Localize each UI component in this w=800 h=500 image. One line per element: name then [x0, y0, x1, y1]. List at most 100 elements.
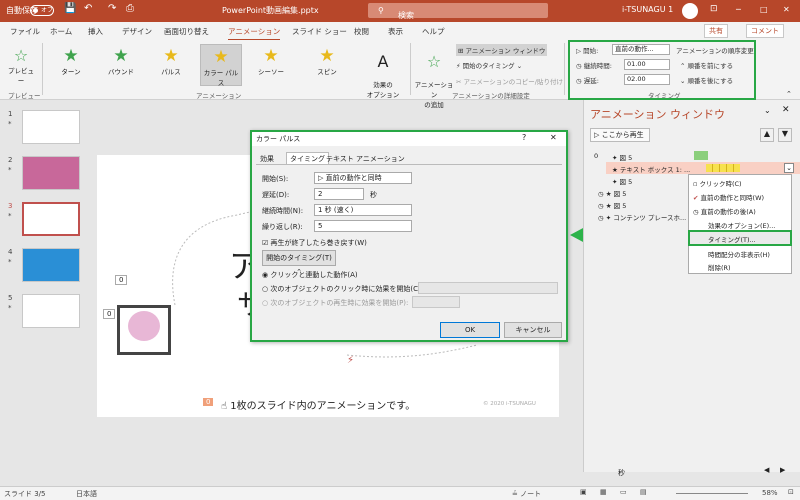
present-icon[interactable]: ⎙ [126, 3, 134, 14]
share-button[interactable]: 共有 [704, 24, 728, 38]
menu-hide-timeline[interactable]: 時間配分の非表示(H) [708, 249, 770, 259]
thumb-slide-5[interactable] [22, 294, 80, 328]
tab-insert[interactable]: 挿入 [88, 26, 103, 37]
thumb-number: 1 [8, 110, 13, 118]
redo-icon[interactable]: ↷ [108, 3, 116, 14]
avatar[interactable] [682, 3, 698, 19]
zoom-slider[interactable] [676, 493, 748, 494]
thumb-slide-1[interactable] [22, 110, 80, 144]
tab-view[interactable]: 表示 [388, 26, 403, 37]
pane-row[interactable]: ◷ ✦ コンテンツ プレースホ... [598, 212, 686, 222]
row-dropdown-icon[interactable]: ⌄ [784, 163, 794, 173]
pane-row[interactable]: ✦ 図 5 [612, 176, 632, 186]
move-down-button[interactable]: ▼ [778, 128, 792, 142]
tab-animations[interactable]: アニメーション [228, 26, 281, 41]
pane-row[interactable]: ◷ ★ 図 5 [598, 188, 626, 198]
menu-effect-options[interactable]: 効果のオプション(E)... [708, 220, 775, 230]
menu-item-label: 直前の動作の後(A) [700, 208, 756, 216]
pane-row[interactable]: ◷ ★ 図 5 [598, 200, 626, 210]
tab-help[interactable]: ヘルプ [422, 26, 445, 37]
ok-button[interactable]: OK [440, 322, 500, 338]
maximize-button[interactable]: □ [760, 5, 768, 14]
star-icon: ★ [213, 47, 229, 67]
radio-click-sequence[interactable]: ◉ クリックと連動した動作(A) [262, 270, 358, 280]
animation-painter-button[interactable]: ✂ アニメーションのコピー/貼り付け [456, 76, 563, 86]
play-from-button[interactable]: ▷ ここから再生 [590, 128, 650, 142]
notes-button[interactable]: ≟ ノート [512, 489, 541, 499]
radio-start-on-play[interactable]: ○ 次のオブジェクトの再生時に効果を開始(P): [262, 298, 408, 308]
effect-options-button[interactable]: A 効果の オプション [366, 44, 400, 99]
add-animation-icon: ☆ [426, 52, 442, 71]
character-image[interactable] [117, 305, 171, 355]
radio-start-on-click[interactable]: ○ 次のオブジェクトのクリック時に効果を開始(C): [262, 284, 423, 294]
pane-row[interactable]: ✦ 図 5 [612, 152, 632, 162]
anim-teeter[interactable]: ★ シーソー [250, 44, 292, 86]
add-animation-button[interactable]: ☆ アニメーション の追加 [414, 44, 454, 109]
tab-transitions[interactable]: 画面切り替え [164, 26, 209, 37]
zoom-level[interactable]: 58% [762, 489, 778, 497]
normal-view-icon[interactable]: ▣ [580, 488, 587, 496]
thumb-slide-3[interactable] [22, 202, 80, 236]
preview-button[interactable]: ☆ プレビュー [6, 46, 36, 85]
start-timing-button[interactable]: ⚡ 開始のタイミング ⌄ [456, 60, 522, 70]
thumb-anim-mark: * [8, 166, 12, 174]
anim-color-pulse[interactable]: ★ カラー パルス [200, 44, 242, 87]
animation-pane-button[interactable]: ⊞ アニメーション ウィンドウ [456, 44, 548, 56]
rewind-checkbox[interactable]: ☑ 再生が終了したら巻き戻す(W) [262, 238, 367, 248]
triggers-button[interactable]: 開始のタイミング(T) ⌃ [262, 250, 336, 276]
search-input[interactable]: ⚲ 検索 [368, 3, 548, 20]
repeat-select[interactable]: 5 [314, 220, 412, 232]
tab-text-animation[interactable]: テキスト アニメーション [326, 154, 405, 164]
fit-slide-icon[interactable]: ⊡ [788, 488, 794, 496]
undo-icon[interactable]: ↶ [84, 3, 92, 14]
anim-turn[interactable]: ★ ターン [50, 44, 92, 86]
collapse-ribbon-icon[interactable]: ⌃ [786, 90, 792, 98]
menu-on-click[interactable]: ▫ クリック時(C) [693, 178, 742, 188]
language[interactable]: 日本語 [76, 489, 97, 499]
close-button[interactable]: ✕ [783, 5, 790, 14]
play-object-select[interactable] [412, 296, 460, 308]
zoom-in-icon[interactable]: ▶ [780, 466, 785, 474]
save-icon[interactable]: 💾 [64, 3, 76, 14]
ribbon-tabs: ファイル ホーム 挿入 デザイン 画面切り替え アニメーション スライド ショー… [0, 22, 800, 41]
help-button[interactable]: ? [522, 133, 526, 142]
thumb-slide-2[interactable] [22, 156, 80, 190]
thumb-slide-4[interactable] [22, 248, 80, 282]
slide-counter: スライド 3/5 [4, 490, 46, 498]
anim-pulse[interactable]: ★ パルス [150, 44, 192, 86]
menu-remove[interactable]: 削除(R) [708, 262, 731, 272]
click-object-select[interactable] [418, 282, 558, 294]
anim-bounce[interactable]: ★ バウンド [100, 44, 142, 86]
pane-close-icon[interactable]: ✕ [782, 105, 790, 115]
menu-with-previous[interactable]: ✔ 直前の動作と同時(W) [693, 192, 764, 202]
start-select[interactable]: ▷ 直前の動作と同時 [314, 172, 412, 184]
sorter-view-icon[interactable]: ▦ [600, 488, 607, 496]
zoom-out-icon[interactable]: ◀ [764, 466, 769, 474]
autosave-toggle[interactable]: オフ [30, 5, 54, 16]
cancel-button[interactable]: キャンセル [504, 322, 562, 338]
minimize-button[interactable]: ─ [736, 5, 741, 14]
pane-menu-icon[interactable]: ⌄ [764, 106, 771, 115]
tab-file[interactable]: ファイル [10, 26, 40, 37]
menu-after-previous[interactable]: ◷ 直前の動作の後(A) [693, 206, 756, 216]
tab-slideshow[interactable]: スライド ショー [292, 26, 347, 37]
tab-design[interactable]: デザイン [122, 26, 152, 37]
anim-label: シーソー [258, 68, 284, 76]
pane-row[interactable]: ★ テキスト ボックス 1: ... [612, 164, 690, 174]
move-up-button[interactable]: ▲ [760, 128, 774, 142]
pane-row-number: 0 [594, 152, 599, 160]
tab-review[interactable]: 校閲 [354, 26, 369, 37]
menu-timing[interactable]: タイミング(T)... [708, 234, 756, 244]
duration-select[interactable]: 1 秒 (速く) [314, 204, 412, 216]
delay-input[interactable]: 2 [314, 188, 364, 200]
tab-effect[interactable]: 効果 [260, 154, 274, 164]
slideshow-view-icon[interactable]: ▤ [640, 488, 647, 496]
preview-label: プレビュー [8, 67, 34, 85]
anim-spin[interactable]: ★ スピン [306, 44, 348, 86]
ribbon-display-icon[interactable]: ⊡ [710, 4, 718, 14]
comment-button[interactable]: コメント [746, 24, 784, 38]
dialog-close-button[interactable]: ✕ [550, 133, 557, 142]
reading-view-icon[interactable]: ▭ [620, 488, 627, 496]
caption-text: ☝ 1枚のスライド内のアニメーションです。 [221, 401, 416, 412]
tab-home[interactable]: ホーム [50, 26, 72, 37]
